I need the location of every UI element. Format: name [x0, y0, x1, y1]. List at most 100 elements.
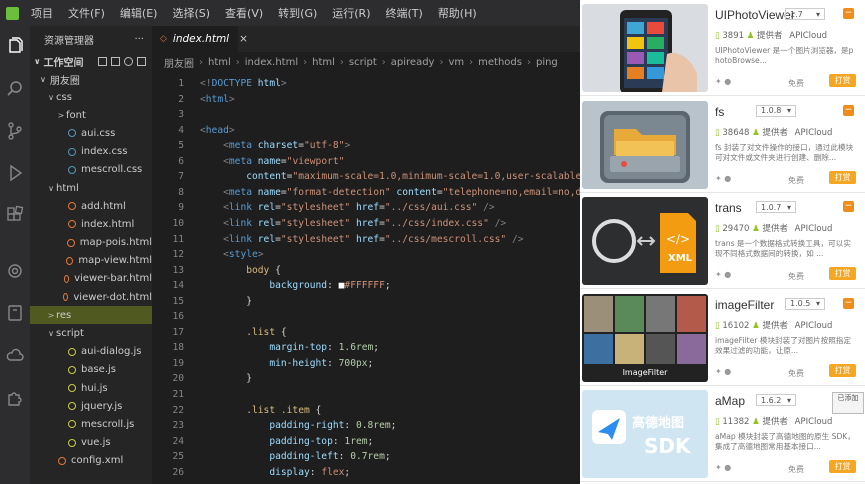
breadcrumb-item[interactable]: script	[349, 57, 377, 68]
folder-item[interactable]: ∨ script	[30, 324, 152, 342]
run-debug-icon[interactable]	[0, 152, 30, 194]
remove-module-button[interactable]: −	[843, 8, 854, 19]
tab-index-html[interactable]: ◇ index.html ×	[152, 26, 248, 52]
explorer-header: 资源管理器 ···	[30, 26, 152, 52]
menu-item[interactable]: 帮助(H)	[438, 5, 477, 21]
provider-label: 提供者	[759, 127, 788, 138]
menu-item[interactable]: 文件(F)	[68, 5, 105, 21]
file-item[interactable]: base.js	[30, 361, 152, 379]
breadcrumb-item[interactable]: methods	[478, 57, 522, 68]
breadcrumb-item[interactable]: index.html	[245, 57, 298, 68]
tip-button[interactable]: 打赏	[829, 170, 856, 184]
module-image-caption-2: SDK	[644, 434, 691, 458]
file-item[interactable]: add.html	[30, 197, 152, 215]
breadcrumb-item[interactable]: vm	[448, 57, 464, 68]
module-name: imageFilter	[715, 297, 775, 312]
file-item[interactable]: mescroll.js	[30, 415, 152, 433]
close-icon[interactable]: ×	[239, 33, 248, 45]
code-line: min-height: 700px;	[269, 357, 374, 369]
file-item[interactable]: index.css	[30, 143, 152, 161]
folder-item[interactable]: ∨ html	[30, 179, 152, 197]
file-item[interactable]: mescroll.css	[30, 161, 152, 179]
version-select[interactable]: 1.7 ▾	[785, 8, 825, 20]
file-item[interactable]: map-view.html	[30, 252, 152, 270]
breadcrumb-separator-icon: ›	[199, 56, 203, 68]
project-folder[interactable]: ∨ 朋友圈	[30, 70, 152, 88]
module-name: trans	[715, 201, 742, 215]
file-item[interactable]: vue.js	[30, 434, 152, 452]
cloud-icon[interactable]	[0, 334, 30, 376]
menu-item[interactable]: 编辑(E)	[120, 5, 158, 21]
tip-button[interactable]: 打赏	[829, 74, 856, 87]
file-item[interactable]: aui.css	[30, 124, 152, 142]
folder-item[interactable]: > res	[30, 306, 152, 325]
file-item[interactable]: viewer-bar.html	[30, 270, 152, 288]
module-image-caption: 高德地图	[632, 416, 685, 431]
module-image[interactable]	[582, 100, 708, 189]
menu-item[interactable]: 项目	[31, 5, 53, 21]
module-card[interactable]: ImageFilter imageFilter 1.0.5 ▾ − ▯ 16102 ♟ 提…	[580, 290, 865, 386]
explorer-icon[interactable]	[0, 26, 30, 68]
module-card[interactable]: fs 1.0.8 ▾ − ▯ 38648 ♟ 提供者 APICloud fs 封装了对文件…	[580, 97, 865, 193]
menu-item[interactable]: 转到(G)	[278, 5, 317, 21]
file-item[interactable]: aui-dialog.js	[30, 343, 152, 361]
remove-module-button[interactable]: −	[843, 297, 854, 309]
folder-item[interactable]: > font	[30, 106, 152, 124]
module-card[interactable]: UIPhotoViewer 1.7 ▾ − ▯ 3891 ♟ 提供者 APICloud U…	[580, 0, 865, 96]
module-image[interactable]: 高德地图 SDK	[582, 390, 708, 478]
module-image[interactable]: </> XML	[582, 197, 708, 285]
collapse-icon[interactable]	[137, 56, 146, 66]
tip-button[interactable]: 打赏	[829, 267, 856, 280]
menu-item[interactable]: 终端(T)	[386, 5, 423, 21]
new-file-icon[interactable]	[98, 56, 107, 66]
file-item[interactable]: hui.js	[30, 379, 152, 397]
menu-item[interactable]: 选择(S)	[172, 5, 210, 21]
plugin-icon[interactable]	[0, 376, 30, 418]
remove-module-button[interactable]: −	[843, 104, 854, 116]
provider-label: 提供者	[759, 417, 788, 427]
remove-module-button[interactable]: −	[843, 201, 854, 212]
module-image[interactable]: ImageFilter	[582, 293, 708, 382]
workspace-section[interactable]: ∨ 工作空间	[30, 52, 152, 70]
version-select[interactable]: 1.0.8 ▾	[756, 104, 796, 117]
code-line: <style>	[223, 249, 264, 261]
module-card[interactable]: 高德地图SDKaMap1.6.2▾−▯ 11382 ♟ 提供者 APICloud…	[580, 386, 865, 482]
module-card[interactable]: </> XML trans 1.0.7 ▾ − ▯ 29470 ♟ 提供者 APICloud…	[580, 193, 865, 289]
file-item[interactable]: viewer-dot.html	[30, 288, 152, 306]
code-line: .list .item {	[246, 404, 322, 416]
menu-item[interactable]: 查看(V)	[225, 5, 263, 21]
chevron-down-icon: ▾	[815, 9, 820, 19]
html-file-icon	[66, 256, 74, 265]
preview-icon[interactable]	[0, 250, 30, 292]
breadcrumb-item[interactable]: ping	[536, 57, 558, 68]
search-icon[interactable]	[0, 68, 30, 110]
tip-button[interactable]: 打赏	[829, 460, 856, 473]
breadcrumb-item[interactable]: 朋友圈	[164, 55, 194, 70]
module-stats: ▯ 38648 ♟ 提供者 APICloud	[715, 126, 832, 138]
file-item[interactable]: config.xml	[30, 452, 152, 470]
tip-button[interactable]: 打赏	[829, 363, 856, 377]
version-select[interactable]: 1.0.5 ▾	[785, 297, 825, 310]
device-icon[interactable]	[0, 292, 30, 334]
menu-item[interactable]: 运行(R)	[332, 5, 370, 21]
line-number: 17	[172, 326, 184, 338]
refresh-icon[interactable]	[124, 56, 133, 66]
file-item[interactable]: jquery.js	[30, 397, 152, 415]
new-folder-icon[interactable]	[111, 56, 120, 66]
description-line: hotoBrowse...	[715, 56, 767, 65]
code-editor[interactable]: 1 <!DOCTYPE html> 2 <html> 3 4 <head> 5 <meta c…	[152, 72, 580, 484]
breadcrumb-separator-icon: ›	[235, 56, 240, 68]
breadcrumb-item[interactable]: apiready	[391, 57, 435, 68]
version-select[interactable]: 1.0.7 ▾	[756, 201, 796, 213]
provider-icon: ♟	[744, 31, 755, 41]
file-item[interactable]: index.html	[30, 215, 152, 233]
version-select[interactable]: 1.6.2 ▾	[756, 394, 796, 406]
breadcrumb-item[interactable]: html	[312, 57, 335, 68]
file-item[interactable]: map-pois.html	[30, 234, 152, 252]
more-actions-icon[interactable]: ···	[134, 34, 144, 45]
extensions-icon[interactable]	[0, 194, 30, 236]
module-image[interactable]	[582, 4, 708, 92]
breadcrumb-item[interactable]: html	[208, 57, 231, 68]
source-control-icon[interactable]	[0, 110, 30, 152]
folder-item[interactable]: ∨ css	[30, 88, 152, 106]
